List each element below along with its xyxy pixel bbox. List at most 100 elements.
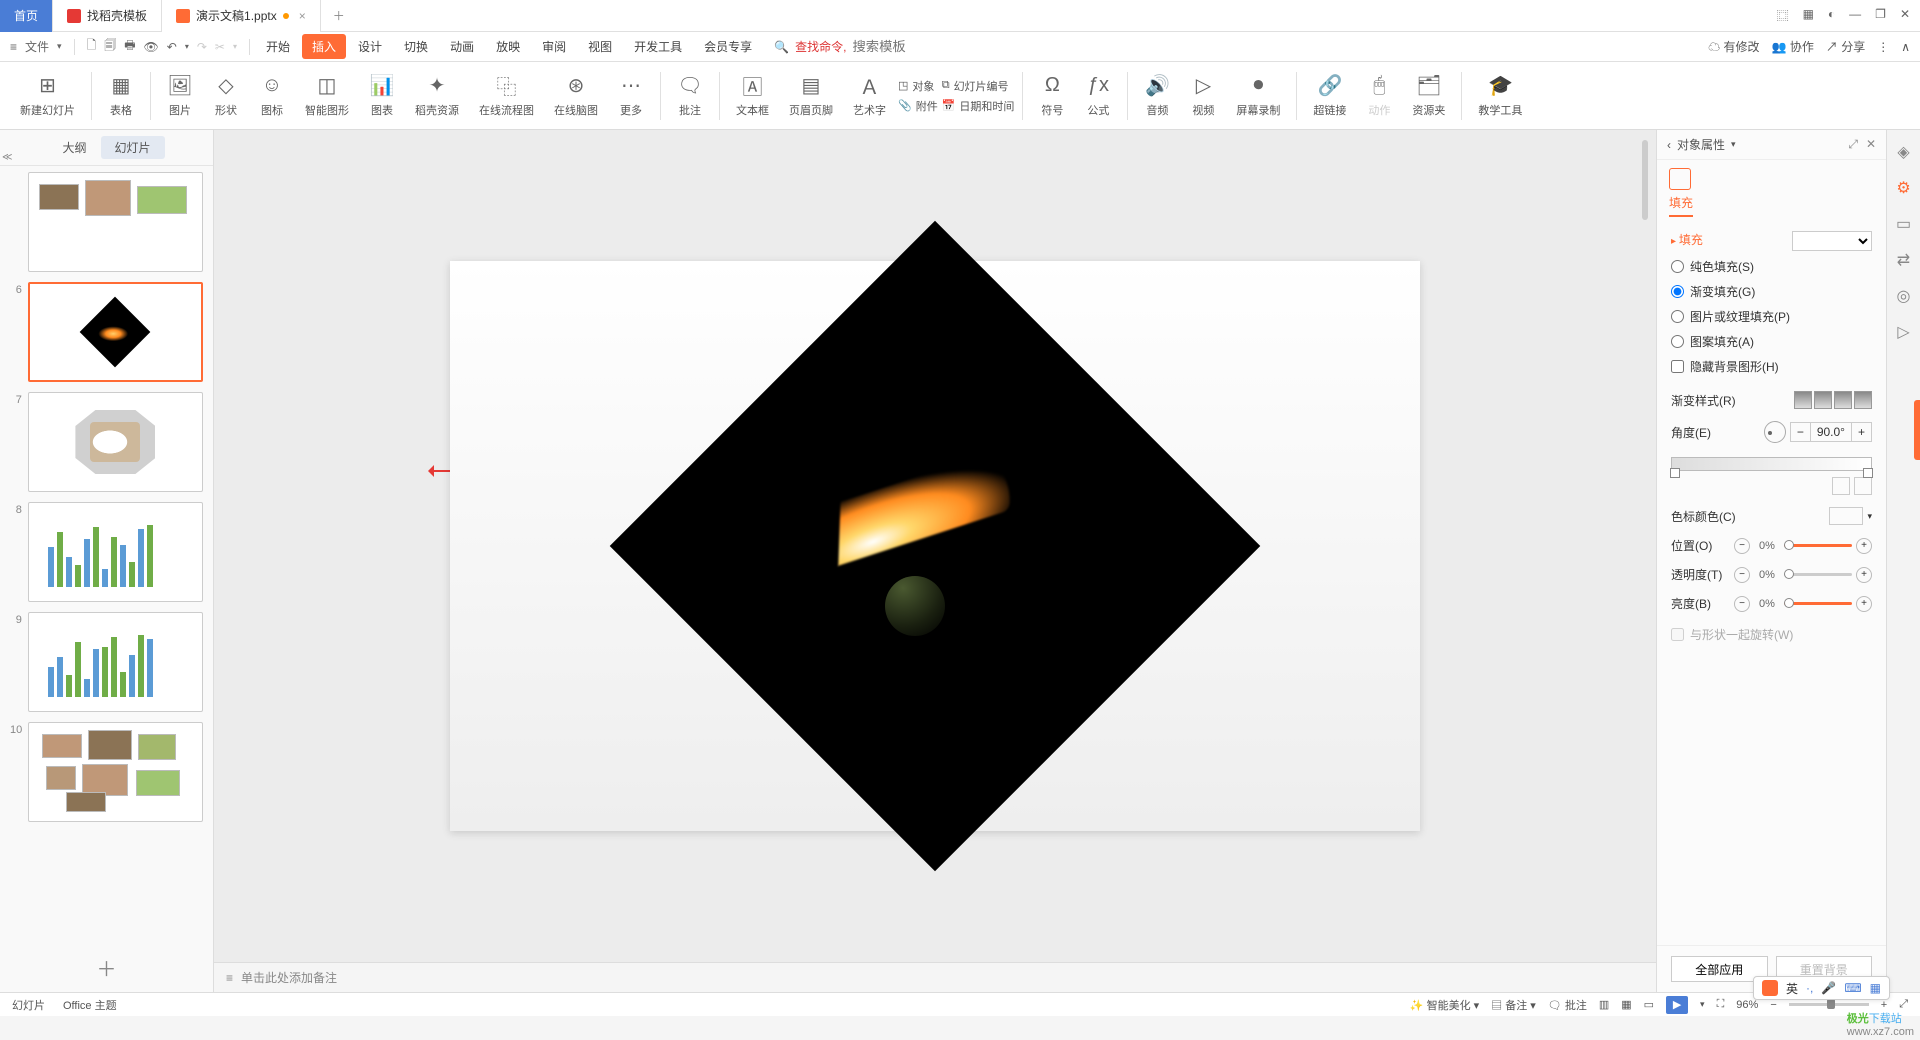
collapse-ribbon-icon[interactable]: ∧ — [1901, 40, 1910, 54]
menu-start[interactable]: 开始 — [256, 34, 300, 59]
window-minimize-icon[interactable]: — — [1849, 7, 1861, 24]
thumb-slide-10[interactable] — [28, 722, 203, 822]
thumb-slide-8[interactable] — [28, 502, 203, 602]
trans-decrease[interactable]: − — [1734, 567, 1750, 583]
rib-object[interactable]: ◳对象 — [898, 78, 938, 94]
status-smartbeautify[interactable]: ✨ 智能美化 ▾ — [1410, 997, 1479, 1013]
share-button[interactable]: ↗ 分享 — [1826, 38, 1865, 55]
thumb-slide-6[interactable] — [28, 282, 203, 382]
notes-bar[interactable]: ≡ 单击此处添加备注 — [214, 962, 1656, 992]
rib-new-slide[interactable]: ⊞新建幻灯片 — [12, 70, 83, 122]
trans-slider[interactable] — [1784, 573, 1852, 576]
fill-color-icon[interactable] — [1669, 168, 1691, 190]
ime-lang[interactable]: 英 — [1786, 980, 1798, 997]
view-normal-icon[interactable]: ▥ — [1599, 998, 1609, 1011]
slide-editor[interactable]: ≡ 单击此处添加备注 — [214, 130, 1656, 992]
side-transition-icon[interactable]: ⇄ — [1897, 250, 1910, 270]
fit-icon[interactable]: ⛶ — [1717, 998, 1725, 1011]
view-reading-icon[interactable]: ▭ — [1644, 998, 1654, 1011]
rib-audio[interactable]: 🔊音频 — [1136, 70, 1178, 122]
diamond-shape[interactable] — [610, 221, 1261, 872]
ime-voice-icon[interactable]: 🎤 — [1821, 981, 1836, 995]
panel-pin-icon[interactable]: ⤢ — [1848, 137, 1858, 152]
tab-document[interactable]: 演示文稿1.pptx × — [162, 0, 321, 32]
rib-formula[interactable]: ƒx公式 — [1077, 70, 1119, 122]
menu-view[interactable]: 视图 — [578, 34, 622, 59]
rib-shape[interactable]: ◇形状 — [205, 70, 247, 122]
zoom-in-icon[interactable]: + — [1881, 999, 1887, 1011]
fill-section-header[interactable]: 填充 — [1671, 231, 1872, 248]
side-present-icon[interactable]: ▷ — [1897, 322, 1909, 342]
fill-tab[interactable]: 填充 — [1669, 194, 1693, 217]
file-menu[interactable]: 文件 — [25, 38, 49, 55]
gradient-stop-2[interactable] — [1863, 468, 1873, 478]
more-icon[interactable]: ⋮ — [1877, 40, 1889, 54]
menu-design[interactable]: 设计 — [348, 34, 392, 59]
side-location-icon[interactable]: ◎ — [1897, 286, 1911, 306]
layout-icon[interactable]: ⿴ — [1777, 7, 1789, 24]
status-theme[interactable]: Office 主题 — [63, 997, 117, 1013]
outline-tab[interactable]: 大纲 — [48, 136, 100, 159]
menu-devtools[interactable]: 开发工具 — [624, 34, 692, 59]
rotate-with-shape[interactable]: 与形状一起旋转(W) — [1671, 626, 1872, 643]
fill-preset-select[interactable] — [1792, 231, 1872, 251]
cut-icon[interactable]: ✂ — [215, 40, 225, 54]
gradstyle-btn-4[interactable] — [1854, 391, 1872, 409]
tab-templates[interactable]: 找稻壳模板 — [53, 0, 162, 32]
zoom-slider[interactable] — [1789, 1003, 1869, 1006]
menu-transition[interactable]: 切换 — [394, 34, 438, 59]
gradient-stops-bar[interactable] — [1671, 457, 1872, 471]
ime-grid-icon[interactable]: ▦ — [1870, 981, 1881, 995]
ime-toolbar[interactable]: 英 ·, 🎤 ⌨ ▦ — [1753, 976, 1890, 1000]
rib-teach[interactable]: 🎓教学工具 — [1470, 70, 1530, 122]
remove-stop-button[interactable] — [1854, 477, 1872, 495]
rib-hyperlink[interactable]: 🔗超链接 — [1305, 70, 1354, 122]
slideshow-button[interactable]: ▶ — [1666, 996, 1688, 1014]
redo-icon[interactable]: ↷ — [197, 40, 207, 54]
menu-slideshow[interactable]: 放映 — [486, 34, 530, 59]
thumb-slide-7[interactable] — [28, 392, 203, 492]
coop-button[interactable]: 👥 协作 — [1772, 38, 1814, 55]
radio-pattern-fill[interactable]: 图案填充(A) — [1671, 333, 1872, 350]
gradstyle-btn-2[interactable] — [1814, 391, 1832, 409]
search-input[interactable] — [852, 39, 972, 54]
apps-icon[interactable]: ▦ — [1803, 7, 1814, 24]
rib-video[interactable]: ▷视频 — [1182, 70, 1224, 122]
window-restore-icon[interactable]: ❐ — [1875, 7, 1886, 24]
rib-image[interactable]: 🖼图片 — [159, 70, 201, 122]
rib-mindmap[interactable]: ⊛在线脑图 — [546, 70, 606, 122]
cloud-unsaved[interactable]: ☁ 有修改 — [1708, 38, 1759, 55]
menu-icon[interactable]: ≡ — [10, 40, 17, 54]
gradient-stop-1[interactable] — [1670, 468, 1680, 478]
add-slide-button[interactable]: ＋ — [0, 943, 213, 992]
print-icon[interactable]: 🖶 — [124, 36, 135, 57]
rib-more[interactable]: ⋯更多 — [610, 70, 652, 122]
rib-chart[interactable]: 📊图表 — [361, 70, 403, 122]
rib-docer[interactable]: ✦稻壳资源 — [407, 70, 467, 122]
radio-picture-fill[interactable]: 图片或纹理填充(P) — [1671, 308, 1872, 325]
rib-smartart[interactable]: ◫智能图形 — [297, 70, 357, 122]
tab-home[interactable]: 首页 — [0, 0, 53, 32]
save-icon[interactable]: 🗋 — [87, 36, 97, 57]
gradstyle-btn-1[interactable] — [1794, 391, 1812, 409]
position-decrease[interactable]: − — [1734, 538, 1750, 554]
bright-decrease[interactable]: − — [1734, 596, 1750, 612]
stopcolor-picker[interactable] — [1829, 507, 1863, 525]
window-close-icon[interactable]: ✕ — [1900, 7, 1910, 24]
angle-increase[interactable]: + — [1851, 423, 1871, 441]
rib-action[interactable]: 🖱动作 — [1358, 70, 1400, 122]
rib-textbox[interactable]: 🄰文本框 — [728, 70, 777, 122]
search-icon[interactable]: 🔍 — [774, 40, 789, 54]
zoom-out-icon[interactable]: − — [1770, 999, 1776, 1011]
zoom-value[interactable]: 96% — [1736, 999, 1758, 1011]
position-increase[interactable]: + — [1856, 538, 1872, 554]
menu-review[interactable]: 审阅 — [532, 34, 576, 59]
side-accent-bar[interactable] — [1914, 400, 1920, 460]
ime-punct-icon[interactable]: ·, — [1806, 981, 1813, 995]
rib-icon[interactable]: ☺图标 — [251, 70, 293, 122]
radio-solid-fill[interactable]: 纯色填充(S) — [1671, 258, 1872, 275]
avatar-icon[interactable]: ◐ — [1828, 7, 1835, 24]
current-slide[interactable] — [450, 261, 1420, 831]
angle-decrease[interactable]: − — [1791, 423, 1810, 441]
rib-comment[interactable]: 🗨批注 — [669, 70, 711, 122]
